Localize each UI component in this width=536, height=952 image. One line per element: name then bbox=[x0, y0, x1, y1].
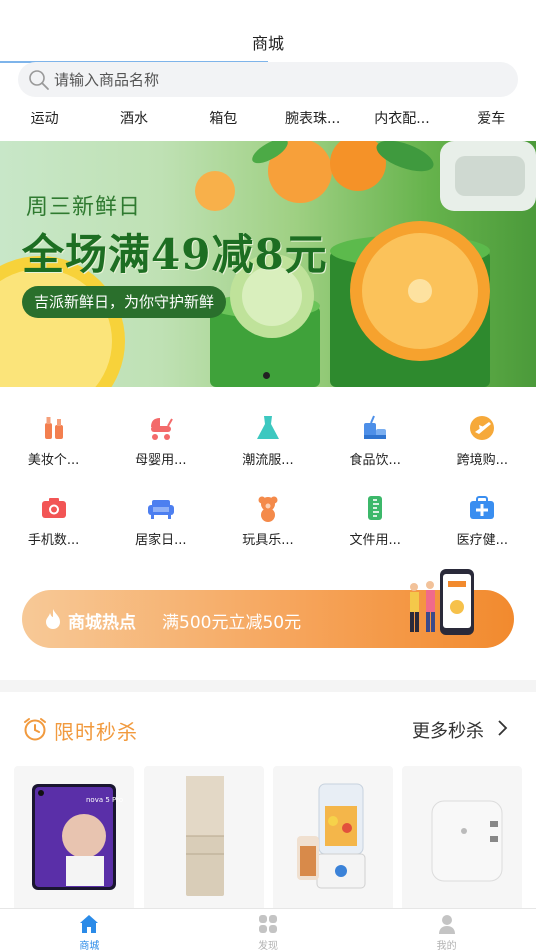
nav-label: 我的 bbox=[436, 941, 457, 952]
grid-item-stationery[interactable]: 文件用... bbox=[322, 483, 429, 563]
phone-model-text: nova 5 Pro bbox=[86, 796, 123, 804]
grid-item-digital[interactable]: 手机数... bbox=[0, 483, 107, 563]
user-icon bbox=[438, 915, 455, 934]
chevron-right-icon[interactable] bbox=[496, 719, 508, 737]
category-tab[interactable]: 内衣配... bbox=[357, 104, 446, 134]
grid-apps-icon bbox=[258, 915, 277, 933]
grid-item-crossborder[interactable]: 跨境购... bbox=[429, 403, 536, 483]
bottom-nav: 商城 发现 我的 bbox=[0, 908, 536, 952]
flash-sale-header: 限时秒杀 更多秒杀 bbox=[0, 708, 536, 748]
grid-item-baby[interactable]: 母婴用... bbox=[107, 403, 214, 483]
product-card-powerbank[interactable] bbox=[402, 766, 522, 911]
camera-icon bbox=[41, 498, 66, 518]
section-divider bbox=[0, 680, 536, 692]
flash-sale-products: nova 5 Pro bbox=[0, 766, 536, 911]
carousel-indicator[interactable] bbox=[263, 372, 270, 379]
airplane-icon bbox=[470, 416, 495, 440]
nav-item-discover[interactable]: 发现 bbox=[179, 909, 358, 952]
grid-item-cosmetics[interactable]: 美妆个... bbox=[0, 403, 107, 483]
grid-item-fashion[interactable]: 潮流服... bbox=[214, 403, 321, 483]
grid-label: 文件用... bbox=[349, 533, 401, 548]
category-tab[interactable]: 腕表珠... bbox=[268, 104, 357, 134]
search-input[interactable] bbox=[54, 66, 494, 93]
header: 商城 bbox=[0, 0, 536, 63]
banner-title: 全场满49减8元 bbox=[22, 230, 328, 279]
grid-item-medical[interactable]: 医疗健... bbox=[429, 483, 536, 563]
promo-banner[interactable]: 周三新鲜日 全场满49减8元 吉派新鲜日，为你守护新鲜 bbox=[0, 141, 536, 387]
grid-label: 母婴用... bbox=[135, 453, 187, 468]
product-card-blender[interactable] bbox=[273, 766, 393, 911]
grid-label: 跨境购... bbox=[456, 453, 509, 468]
shoppers-illustration bbox=[410, 569, 474, 635]
home-icon bbox=[80, 915, 99, 933]
dress-icon bbox=[256, 416, 279, 439]
category-tab[interactable]: 酒水 bbox=[89, 104, 178, 134]
category-tab[interactable]: 爱车 bbox=[447, 104, 536, 134]
sofa-icon bbox=[147, 500, 174, 519]
food-drink-icon bbox=[364, 415, 387, 439]
grid-label: 玩具乐... bbox=[242, 533, 294, 548]
powerbank-product-image bbox=[431, 800, 503, 882]
grid-item-toys[interactable]: 玩具乐... bbox=[214, 483, 321, 563]
grid-label: 手机数... bbox=[27, 533, 80, 548]
nav-label: 发现 bbox=[257, 941, 278, 952]
category-grid: 美妆个... 母婴用... 潮流服... 食品饮... 跨境购... 手机数..… bbox=[0, 403, 536, 563]
grid-item-food[interactable]: 食品饮... bbox=[322, 403, 429, 483]
search-bar[interactable] bbox=[18, 62, 518, 97]
phone-product-image: nova 5 Pro bbox=[32, 784, 123, 890]
more-flash-sale-link[interactable]: 更多秒杀 bbox=[412, 717, 484, 743]
grid-label: 医疗健... bbox=[456, 533, 509, 548]
grid-label: 居家日... bbox=[135, 533, 187, 548]
grid-item-home[interactable]: 居家日... bbox=[107, 483, 214, 563]
blender-product-image bbox=[297, 783, 366, 889]
alarm-clock-icon bbox=[24, 718, 46, 741]
category-tab[interactable]: 运动 bbox=[0, 104, 89, 134]
category-tabs: 运动 酒水 箱包 腕表珠... 内衣配... 爱车 bbox=[0, 104, 536, 134]
grid-label: 潮流服... bbox=[242, 453, 294, 468]
category-tab[interactable]: 箱包 bbox=[179, 104, 268, 134]
grid-label: 食品饮... bbox=[349, 453, 401, 468]
app: 商城 运动 酒水 箱包 腕表珠... 内衣配... 爱车 bbox=[0, 0, 536, 952]
banner-subtitle: 周三新鲜日 bbox=[26, 195, 142, 220]
nav-item-profile[interactable]: 我的 bbox=[357, 909, 536, 952]
product-card-phone[interactable]: nova 5 Pro bbox=[14, 766, 134, 911]
promo-text: 满500元立减50元 bbox=[162, 613, 302, 633]
search-icon bbox=[29, 70, 49, 90]
flame-icon bbox=[46, 609, 60, 629]
banner-tagline: 吉派新鲜日，为你守护新鲜 bbox=[22, 286, 227, 318]
stroller-icon bbox=[150, 418, 173, 440]
page-title: 商城 bbox=[251, 34, 284, 53]
fridge-product-image bbox=[186, 776, 224, 896]
medical-kit-icon bbox=[470, 496, 495, 519]
nav-item-mall[interactable]: 商城 bbox=[0, 909, 179, 952]
grid-label: 美妆个... bbox=[27, 453, 80, 468]
promo-title: 商城热点 bbox=[68, 613, 136, 633]
flash-sale-title: 限时秒杀 bbox=[54, 720, 138, 744]
product-card-fridge[interactable] bbox=[144, 766, 264, 911]
ruler-icon bbox=[368, 496, 383, 520]
teddy-bear-icon bbox=[258, 496, 278, 522]
cosmetics-icon bbox=[44, 417, 63, 439]
nav-label: 商城 bbox=[79, 941, 100, 952]
